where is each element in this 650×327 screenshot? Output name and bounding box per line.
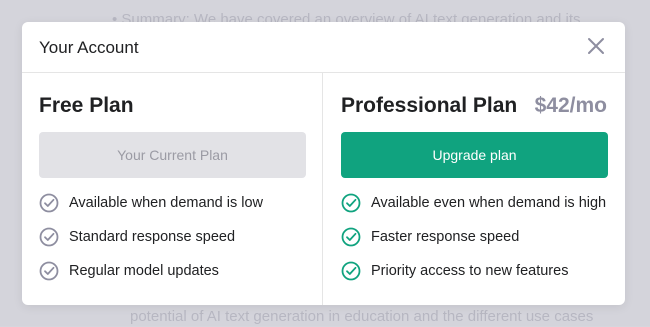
check-circle-icon [39,227,59,247]
check-circle-icon [341,261,361,281]
account-modal: Your Account Free Plan Your Current Plan… [22,22,625,305]
close-icon[interactable] [587,37,605,55]
feature-label: Regular model updates [69,263,219,279]
modal-header: Your Account [22,22,625,73]
free-plan-column: Free Plan Your Current Plan Available wh… [22,73,323,305]
check-circle-icon [341,227,361,247]
pro-plan-title: Professional Plan [341,94,518,117]
background-text-line: potential of AI text generation in educa… [130,308,594,325]
feature-label: Available when demand is low [69,195,263,211]
feature-item: Priority access to new features [341,261,606,281]
current-plan-button: Your Current Plan [39,132,306,178]
feature-label: Available even when demand is high [371,195,607,211]
modal-title: Your Account [39,38,139,57]
feature-label: Standard response speed [69,229,236,245]
feature-item: Regular model updates [39,261,263,281]
check-circle-icon [39,193,59,213]
pro-plan-features: Available even when demand is high Faste… [341,193,606,295]
free-plan-features: Available when demand is low Standard re… [39,193,263,295]
pro-plan-price: $42/mo [534,94,607,117]
feature-item: Faster response speed [341,227,606,247]
feature-item: Standard response speed [39,227,263,247]
feature-label: Priority access to new features [371,263,569,279]
free-plan-title: Free Plan [39,94,134,117]
feature-label: Faster response speed [371,229,520,245]
check-circle-icon [341,193,361,213]
check-circle-icon [39,261,59,281]
pro-plan-column: Professional Plan $42/mo Upgrade plan Av… [323,73,625,305]
upgrade-plan-button[interactable]: Upgrade plan [341,132,608,178]
feature-item: Available when demand is low [39,193,263,213]
feature-item: Available even when demand is high [341,193,606,213]
